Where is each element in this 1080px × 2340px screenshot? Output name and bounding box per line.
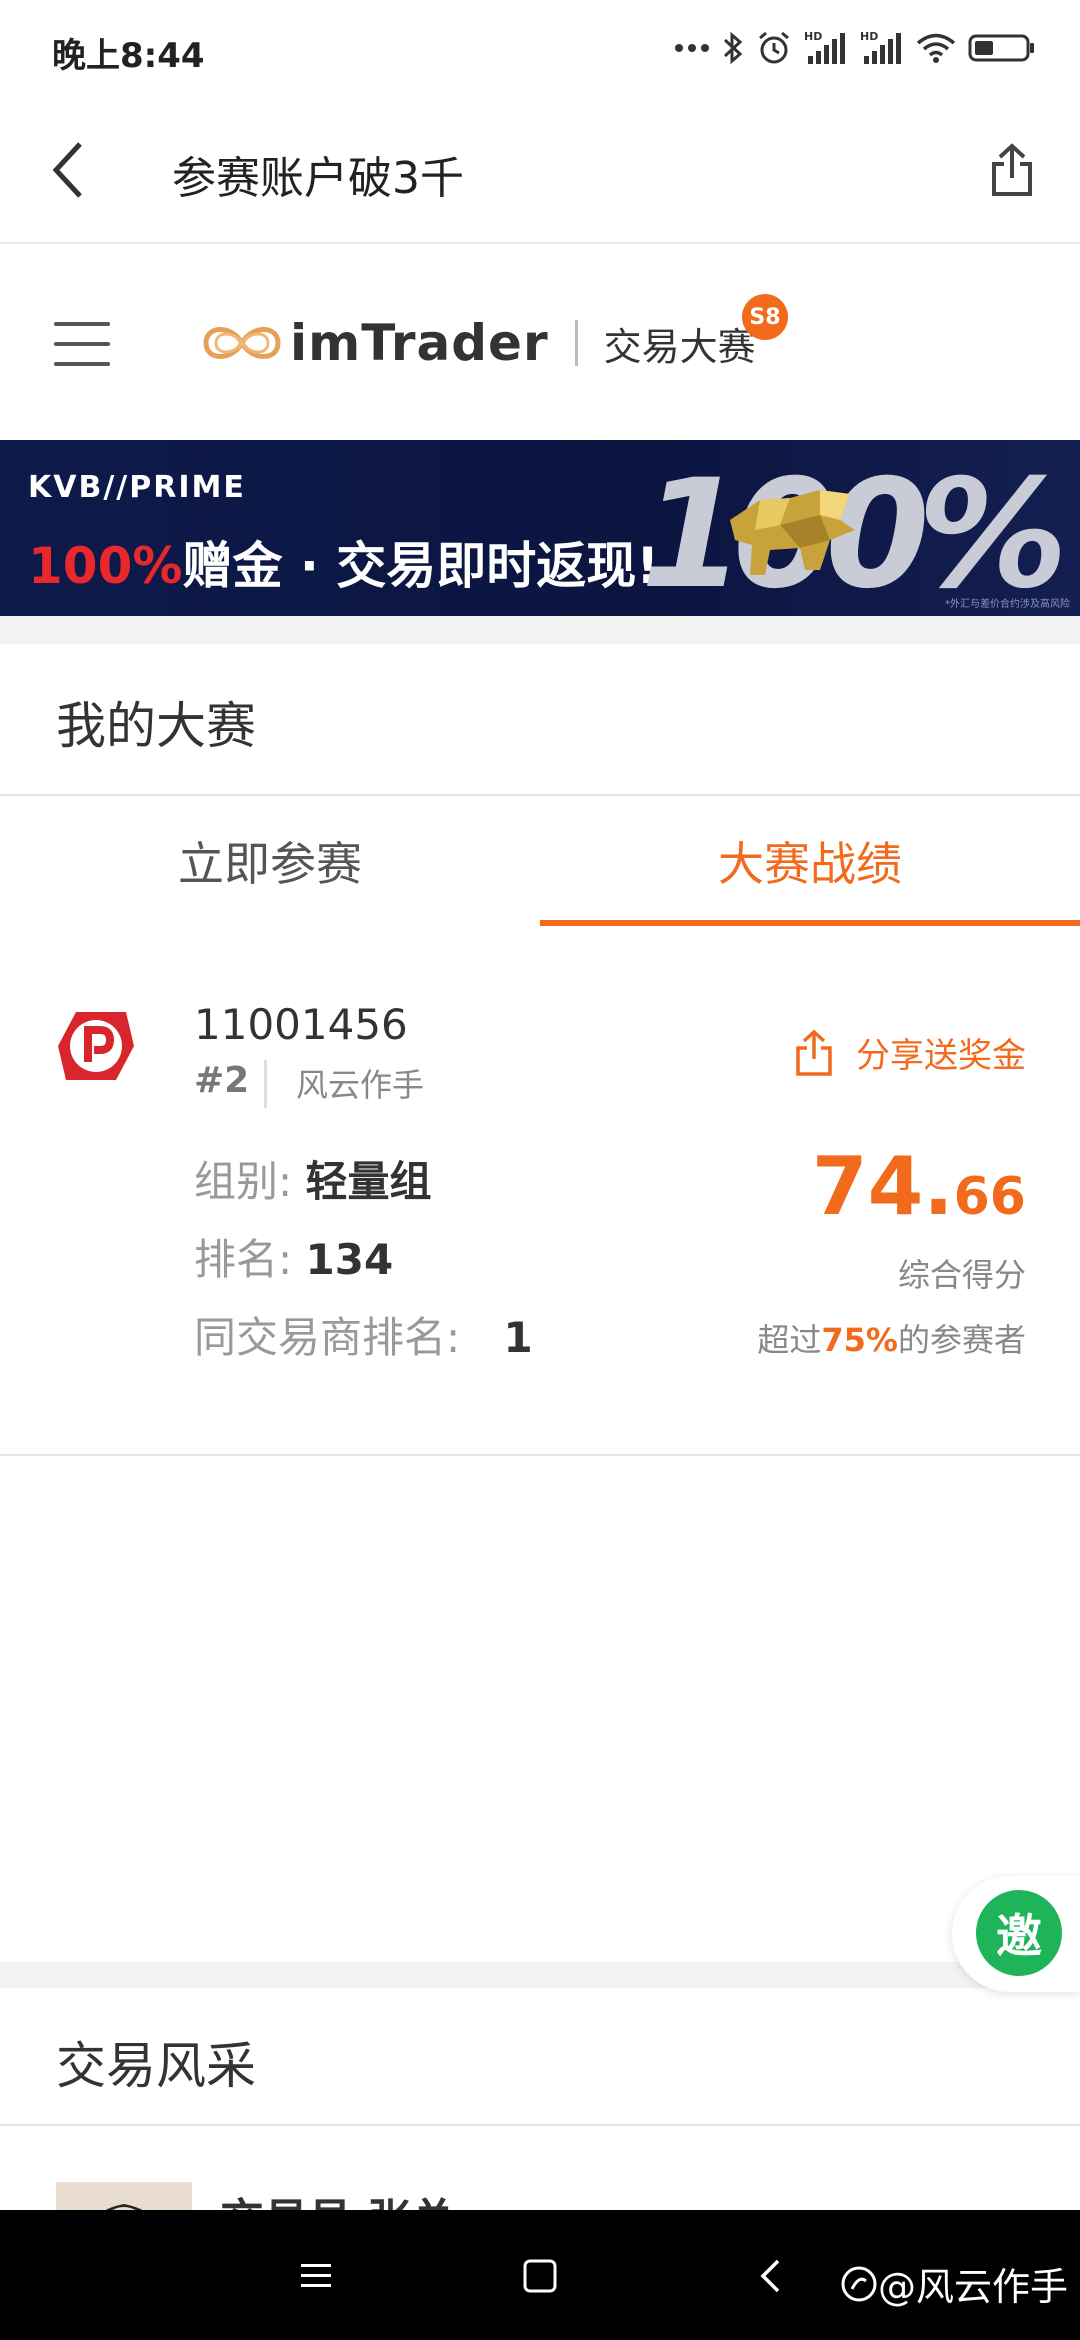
top-nav-bar: 参赛账户破3千: [0, 96, 1080, 244]
section-gap: [0, 616, 1080, 644]
svg-text:HD: HD: [804, 30, 822, 43]
share-icon: [992, 143, 1032, 196]
tab-join-now[interactable]: 立即参赛: [0, 796, 540, 926]
score-label: 综合得分: [897, 1256, 1026, 1294]
menu-button[interactable]: [44, 314, 120, 374]
signal-hd-icon: HD: [860, 30, 901, 64]
more-dots-icon: [675, 44, 709, 52]
watermark: @风云作手: [840, 2256, 1068, 2311]
brand-subtitle: 交易大赛: [603, 324, 756, 369]
back-button[interactable]: [30, 132, 106, 208]
nickname: 风云作手: [296, 1066, 425, 1104]
banner-risk-note: *外汇与差价合约涉及高风险: [945, 599, 1070, 610]
broker-rank-label: 同交易商排名:: [194, 1313, 461, 1362]
contest-tabs: 立即参赛 大赛战绩: [0, 794, 1080, 926]
brand-logo[interactable]: imTrader 交易大赛: [200, 314, 756, 372]
bluetooth-icon: [723, 31, 743, 65]
rank-tag: #2: [194, 1060, 250, 1101]
rank-row: 排名: 134: [194, 1226, 393, 1287]
broker-rank-row: 同交易商排名: 1: [194, 1304, 533, 1365]
tab-contest-results[interactable]: 大赛战绩: [540, 796, 1080, 926]
system-nav-bar: @风云作手: [0, 2210, 1080, 2340]
banner-tagline-highlight: 100%: [28, 537, 183, 595]
composite-score: 74. 66: [812, 1140, 1026, 1233]
back-icon: [760, 2259, 780, 2293]
home-square-icon: [523, 2259, 557, 2293]
wifi-icon: [916, 33, 956, 63]
invite-button[interactable]: 邀: [976, 1890, 1062, 1976]
share-button[interactable]: [974, 132, 1050, 208]
status-icons: HD HD: [674, 24, 1036, 72]
golden-bull-icon: [730, 490, 855, 575]
menu-line: [54, 362, 110, 366]
status-time: 晚上8:44: [52, 36, 205, 76]
beat-prefix: 超过: [757, 1321, 822, 1359]
page-title: 参赛账户破3千: [172, 153, 464, 204]
watermark-text: @风云作手: [877, 2265, 1068, 2309]
alarm-icon: [759, 31, 789, 64]
menu-icon: [301, 2264, 331, 2287]
my-contest-title: 我的大赛: [56, 697, 256, 755]
rank-value: 134: [305, 1235, 394, 1284]
group-value: 轻量组: [305, 1157, 432, 1206]
brand-header: imTrader 交易大赛 S8: [0, 246, 1080, 440]
broker-rank-value: 1: [503, 1313, 533, 1362]
promo-banner[interactable]: KVB//PRIME 100%赠金 · 交易即时返现! 100% *外汇与差价合…: [0, 440, 1080, 616]
home-button[interactable]: [510, 2246, 570, 2306]
result-card: 11001456 #2 风云作手 分享送奖金 组别: 轻量组 排名: 134 同…: [0, 960, 1080, 1456]
recent-apps-button[interactable]: [286, 2246, 346, 2306]
status-bar: 晚上8:44 HD HD: [0, 0, 1080, 96]
weibo-logo-icon: [841, 2266, 877, 2301]
score-decimal: 66: [953, 1167, 1026, 1227]
banner-tagline: 100%赠金 · 交易即时返现!: [28, 526, 659, 598]
season-badge: S8: [742, 294, 788, 340]
divider: [264, 1060, 267, 1108]
invite-float: 邀: [952, 1876, 1080, 1992]
menu-line: [54, 322, 110, 326]
menu-line: [54, 342, 110, 346]
section-gap: [0, 1962, 1080, 1988]
beat-percent: 75%: [821, 1321, 898, 1359]
beat-suffix: 的参赛者: [897, 1321, 1026, 1359]
system-back-button[interactable]: [740, 2246, 800, 2306]
rank-label: 排名:: [194, 1235, 293, 1284]
battery-icon: [968, 34, 1034, 62]
account-id: 11001456: [194, 1000, 408, 1049]
brand-name: imTrader: [290, 314, 549, 372]
group-row: 组别: 轻量组: [194, 1148, 432, 1209]
score-integer: 74.: [811, 1140, 954, 1233]
share-bonus-label: 分享送奖金: [856, 1036, 1026, 1076]
svg-text:HD: HD: [860, 30, 878, 43]
brand-divider: [574, 320, 578, 366]
share-bonus-button[interactable]: 分享送奖金: [794, 1028, 1026, 1077]
signal-hd-icon: HD: [804, 30, 845, 64]
broker-logo-icon: [58, 1012, 134, 1080]
banner-tagline-rest: 赠金 · 交易即时返现!: [182, 537, 660, 595]
beat-participants: 超过75%的参赛者: [757, 1315, 1026, 1361]
chevron-left-icon: [52, 142, 82, 198]
infinity-logo-icon: [203, 327, 281, 359]
share-icon: [796, 1029, 832, 1076]
banner-brand: KVB//PRIME: [28, 470, 246, 505]
group-label: 组别:: [194, 1157, 293, 1206]
trading-style-title: 交易风采: [56, 2037, 256, 2095]
